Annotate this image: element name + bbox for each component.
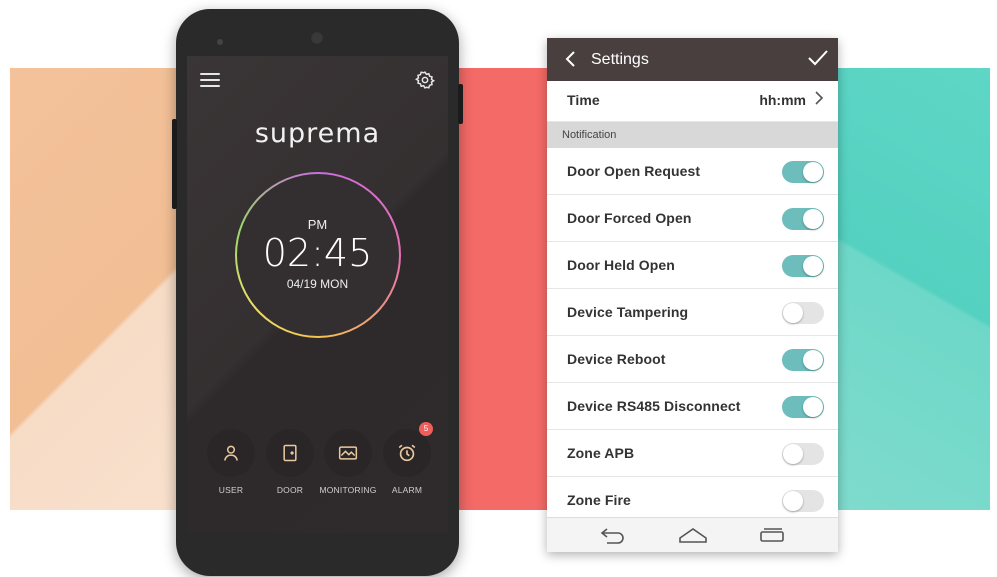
toggle-switch[interactable] bbox=[782, 255, 824, 277]
notification-section-label: Notification bbox=[562, 129, 617, 141]
power-button bbox=[458, 84, 463, 124]
setting-row-door-open-request: Door Open Request bbox=[547, 148, 838, 195]
back-chevron-icon[interactable] bbox=[561, 49, 581, 69]
setting-label: Zone APB bbox=[567, 445, 635, 461]
setting-label: Door Held Open bbox=[567, 257, 675, 273]
settings-title: Settings bbox=[591, 51, 649, 68]
back-arrow-icon[interactable] bbox=[599, 525, 627, 545]
hamburger-menu-icon[interactable] bbox=[200, 73, 220, 89]
notification-section-header: Notification bbox=[547, 122, 838, 148]
toggle-switch[interactable] bbox=[782, 208, 824, 230]
nav-door-button[interactable]: DOOR bbox=[266, 429, 314, 495]
setting-label: Device RS485 Disconnect bbox=[567, 398, 741, 414]
setting-row-device-tampering: Device Tampering bbox=[547, 289, 838, 336]
android-nav-bar bbox=[547, 517, 838, 552]
clock-time: 02:45 bbox=[262, 231, 373, 275]
nav-alarm-label: ALARM bbox=[391, 485, 423, 495]
time-value: hh:mm bbox=[759, 92, 806, 108]
volume-button bbox=[172, 119, 177, 209]
recent-apps-icon[interactable] bbox=[758, 525, 786, 545]
setting-label: Door Forced Open bbox=[567, 210, 692, 226]
nav-alarm-button[interactable]: 5 ALARM bbox=[383, 422, 433, 495]
notification-list: Door Open Request Door Forced Open Door … bbox=[547, 148, 838, 523]
setting-label: Device Tampering bbox=[567, 304, 689, 320]
alarm-clock-icon: 5 bbox=[383, 422, 433, 477]
phone-device: suprema PM 02:45 04/19 MON USER DOOR MON… bbox=[172, 9, 463, 576]
checkmark-icon[interactable] bbox=[806, 48, 830, 68]
setting-row-zone-apb: Zone APB bbox=[547, 430, 838, 477]
toggle-switch[interactable] bbox=[782, 161, 824, 183]
bottom-nav: USER DOOR MONITORING 5 ALARM bbox=[207, 422, 433, 499]
monitoring-icon bbox=[324, 429, 372, 477]
chevron-right-icon bbox=[814, 91, 824, 108]
home-icon[interactable] bbox=[678, 525, 707, 545]
clock-ampm: PM bbox=[307, 217, 328, 232]
nav-monitoring-label: MONITORING bbox=[319, 485, 377, 495]
gear-icon[interactable] bbox=[414, 70, 436, 90]
suprema-logo: suprema bbox=[254, 118, 381, 149]
setting-label: Door Open Request bbox=[567, 163, 701, 179]
setting-label: Zone Fire bbox=[567, 492, 631, 508]
nav-user-label: USER bbox=[218, 485, 244, 495]
time-row[interactable]: Time hh:mm bbox=[547, 81, 838, 122]
toggle-switch[interactable] bbox=[782, 302, 824, 324]
toggle-switch[interactable] bbox=[782, 443, 824, 465]
nav-user-button[interactable]: USER bbox=[207, 429, 255, 495]
settings-panel: Settings Time hh:mm Notification Door Op… bbox=[547, 38, 838, 552]
user-icon bbox=[207, 429, 255, 477]
toggle-switch[interactable] bbox=[782, 396, 824, 418]
toggle-switch[interactable] bbox=[782, 349, 824, 371]
toggle-switch[interactable] bbox=[782, 490, 824, 512]
background-band-teal bbox=[830, 68, 990, 510]
setting-row-device-reboot: Device Reboot bbox=[547, 336, 838, 383]
door-icon bbox=[266, 429, 314, 477]
setting-label: Device Reboot bbox=[567, 351, 666, 367]
setting-row-door-held-open: Door Held Open bbox=[547, 242, 838, 289]
clock-date: 04/19 MON bbox=[286, 277, 349, 291]
time-label: Time bbox=[567, 92, 600, 108]
front-camera bbox=[310, 31, 324, 45]
settings-header: Settings bbox=[547, 38, 838, 81]
sensor-dot bbox=[217, 39, 223, 45]
alarm-badge: 5 bbox=[419, 422, 433, 436]
setting-row-door-forced-open: Door Forced Open bbox=[547, 195, 838, 242]
nav-monitoring-button[interactable]: MONITORING bbox=[319, 429, 376, 495]
setting-row-device-rs485-disconnect: Device RS485 Disconnect bbox=[547, 383, 838, 430]
phone-screen: suprema PM 02:45 04/19 MON USER DOOR MON… bbox=[187, 56, 448, 533]
